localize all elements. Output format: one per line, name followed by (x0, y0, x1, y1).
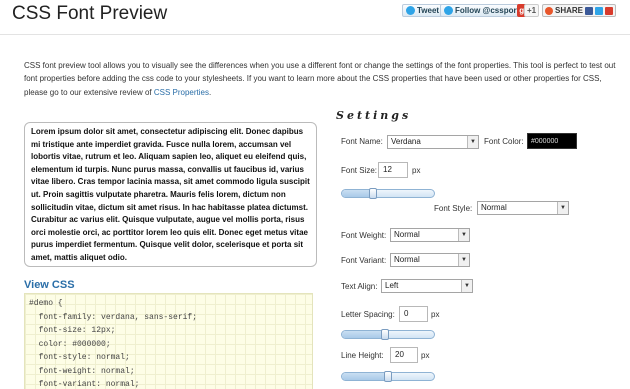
slider-fill (342, 373, 388, 380)
header-divider (0, 34, 630, 35)
font-preview-box: Lorem ipsum dolor sit amet, consectetur … (24, 122, 317, 267)
code-line: font-family: verdana, sans-serif; (29, 312, 198, 322)
code-line: font-variant: normal; (29, 380, 140, 389)
page-title: CSS Font Preview (12, 3, 168, 24)
font-weight-label: Font Weight: (341, 231, 387, 240)
slider-handle[interactable] (384, 371, 392, 382)
facebook-icon (585, 6, 594, 15)
font-style-label: Font Style: (434, 204, 473, 213)
share-icon (545, 6, 553, 15)
code-line: font-weight: normal; (29, 366, 135, 376)
font-size-unit: px (412, 166, 421, 175)
share-label: SHARE (555, 6, 584, 15)
font-weight-value: Normal (394, 230, 420, 239)
css-code-box: #demo { font-family: verdana, sans-serif… (24, 293, 313, 389)
settings-heading: Settings (336, 109, 412, 122)
font-style-value: Normal (481, 203, 507, 212)
intro-text: CSS font preview tool allows you to visu… (24, 61, 616, 97)
letter-spacing-slider[interactable] (341, 329, 435, 340)
text-align-value: Left (385, 281, 399, 290)
font-style-select[interactable]: Normal ▼ (477, 201, 569, 215)
font-size-label: Font Size: (341, 166, 378, 175)
twitter-icon (595, 6, 604, 15)
chevron-down-icon: ▼ (461, 280, 472, 292)
font-color-input[interactable]: #000000 (527, 133, 577, 149)
plus-one-label: +1 (524, 4, 540, 17)
share-button[interactable]: SHARE (542, 4, 617, 17)
plus-one-button[interactable]: +1 (524, 4, 540, 17)
tweet-label: Tweet (417, 6, 440, 15)
chevron-down-icon: ▼ (467, 136, 478, 148)
code-line: font-size: 12px; (29, 326, 116, 335)
twitter-bird-icon (406, 6, 415, 15)
code-line: #demo { (29, 299, 63, 308)
font-weight-select[interactable]: Normal ▼ (390, 228, 470, 242)
intro-paragraph: CSS font preview tool allows you to visu… (24, 59, 624, 99)
twitter-bird-icon (444, 6, 453, 15)
letter-spacing-input[interactable]: 0 (399, 306, 428, 322)
chevron-down-icon: ▼ (458, 229, 469, 241)
tweet-button[interactable]: Tweet (402, 4, 444, 17)
font-variant-label: Font Variant: (341, 256, 387, 265)
line-height-unit: px (421, 351, 430, 360)
view-css-heading: View CSS (24, 279, 75, 291)
code-line: color: #000000; (29, 339, 111, 349)
line-height-slider[interactable] (341, 371, 435, 382)
follow-label: Follow @cssportal (455, 6, 526, 15)
font-variant-value: Normal (394, 255, 420, 264)
font-name-select[interactable]: Verdana ▼ (387, 135, 479, 149)
letter-spacing-unit: px (431, 310, 440, 319)
intro-suffix: . (209, 87, 212, 97)
email-icon (605, 6, 614, 15)
code-line: font-style: normal; (29, 353, 130, 362)
font-variant-select[interactable]: Normal ▼ (390, 253, 470, 267)
font-size-input[interactable]: 12 (378, 162, 408, 178)
chevron-down-icon: ▼ (557, 202, 568, 214)
letter-spacing-label: Letter Spacing: (341, 310, 395, 319)
css-properties-link[interactable]: CSS Properties (154, 88, 209, 97)
chevron-down-icon: ▼ (458, 254, 469, 266)
font-name-value: Verdana (391, 137, 421, 146)
slider-fill (342, 331, 385, 338)
font-size-slider[interactable] (341, 188, 435, 199)
line-height-label: Line Height: (341, 351, 384, 360)
text-align-select[interactable]: Left ▼ (381, 279, 473, 293)
font-name-label: Font Name: (341, 137, 383, 146)
line-height-input[interactable]: 20 (390, 347, 418, 363)
slider-handle[interactable] (369, 188, 377, 199)
text-align-label: Text Align: (341, 282, 378, 291)
font-color-label: Font Color: (484, 137, 524, 146)
slider-handle[interactable] (381, 329, 389, 340)
